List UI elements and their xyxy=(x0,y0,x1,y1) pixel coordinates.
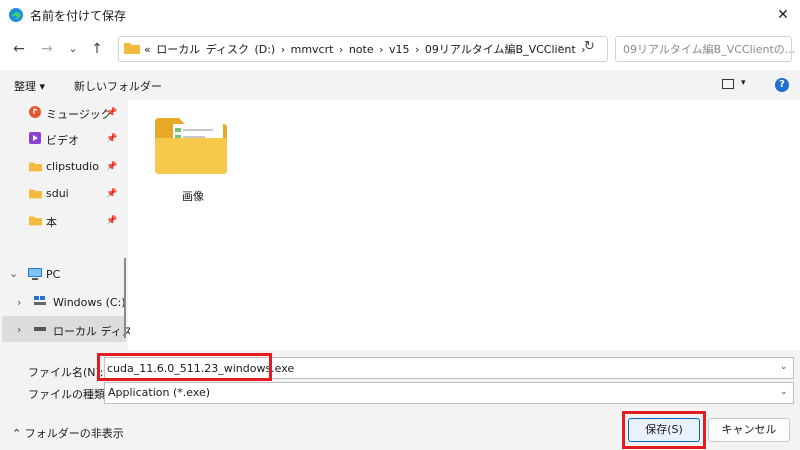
sidebar-scrollbar[interactable] xyxy=(124,258,126,338)
sidebar-item-windows-c[interactable]: Windows (C:) xyxy=(53,296,126,309)
music-icon xyxy=(29,106,41,118)
expand-chevron-icon[interactable]: ⌄ xyxy=(9,267,18,280)
folder-icon xyxy=(29,216,42,226)
address-dropdown-icon[interactable]: ⌄ xyxy=(556,40,564,51)
recent-locations-button[interactable]: ⌄ xyxy=(64,40,82,58)
filetype-dropdown-icon[interactable]: ⌄ xyxy=(780,387,788,397)
view-icon[interactable] xyxy=(722,79,734,89)
sidebar-item-label: ビデオ xyxy=(46,134,79,147)
filetype-value[interactable]: Application (*.exe) xyxy=(108,386,210,399)
back-button[interactable]: ← xyxy=(10,40,28,58)
edge-icon xyxy=(9,8,23,22)
folder-icon xyxy=(124,43,140,54)
organize-button[interactable]: 整理 ▾ xyxy=(14,78,45,94)
new-folder-button[interactable]: 新しいフォルダー xyxy=(74,78,162,94)
sidebar-item-pc[interactable]: PC xyxy=(46,268,60,281)
video-icon xyxy=(29,132,41,144)
pin-icon: 📌 xyxy=(106,216,118,226)
pin-icon: 📌 xyxy=(106,162,118,172)
sidebar-item-label: clipstudio xyxy=(46,160,99,173)
computer-icon xyxy=(28,268,42,280)
file-list xyxy=(130,100,800,350)
forward-button[interactable]: → xyxy=(38,40,56,58)
pin-icon: 📌 xyxy=(106,189,118,199)
folder-icon[interactable] xyxy=(155,116,227,174)
drive-icon xyxy=(34,327,46,331)
sidebar-item-label: ミュージック xyxy=(46,108,112,121)
expand-chevron-icon[interactable]: › xyxy=(17,296,21,309)
folder-icon xyxy=(29,162,42,172)
filename-highlight-box xyxy=(97,353,272,381)
pin-icon: 📌 xyxy=(106,134,118,144)
sidebar-item-label: sdui xyxy=(46,187,69,200)
help-icon[interactable]: ? xyxy=(775,78,789,92)
refresh-icon[interactable]: ↻ xyxy=(584,39,595,54)
window-title: 名前を付けて保存 xyxy=(30,9,127,23)
windows-drive-icon xyxy=(34,296,46,305)
up-button[interactable]: ↑ xyxy=(88,40,106,58)
pin-icon: 📌 xyxy=(106,108,118,118)
breadcrumb[interactable]: « ローカル ディスク (D:) › mmvcrt › note › v15 ›… xyxy=(144,41,586,57)
close-button[interactable]: ✕ xyxy=(766,0,800,30)
folder-icon xyxy=(29,189,42,199)
view-dropdown-icon[interactable]: ▾ xyxy=(741,78,746,88)
save-highlight-box xyxy=(622,411,706,449)
search-placeholder: 09リアルタイム編B_VCClientの... xyxy=(623,43,796,56)
sidebar-item-label: 本 xyxy=(46,216,57,229)
hide-folders-button[interactable]: ⌃ フォルダーの非表示 xyxy=(12,425,124,441)
filename-dropdown-icon[interactable]: ⌄ xyxy=(780,362,788,372)
expand-chevron-icon[interactable]: › xyxy=(17,323,21,336)
filename-label: ファイル名(N): xyxy=(28,366,104,379)
cancel-button[interactable]: キャンセル xyxy=(708,418,790,442)
folder-label[interactable]: 画像 xyxy=(182,188,204,204)
